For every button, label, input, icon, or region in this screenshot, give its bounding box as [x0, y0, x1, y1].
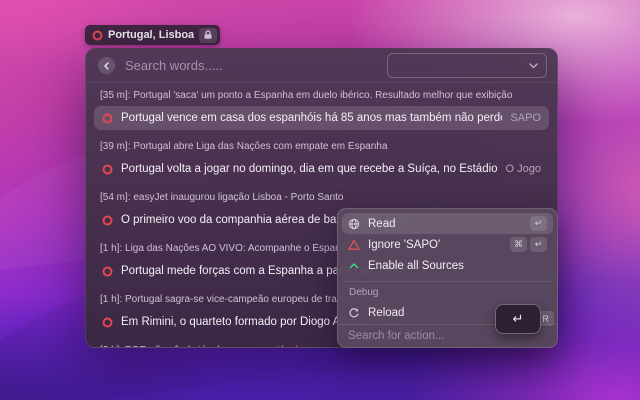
sources-dropdown[interactable]: [387, 53, 547, 78]
news-row[interactable]: Portugal vence em casa dos espanhóis há …: [94, 106, 549, 130]
command-keycap: ⌘: [510, 237, 527, 252]
back-button[interactable]: [98, 57, 115, 74]
debug-section-label: Debug: [349, 287, 553, 298]
section-header: [54 m]: easyJet inaugurou ligação Lisboa…: [100, 191, 549, 205]
warning-triangle-icon: [348, 239, 360, 251]
divider: [344, 281, 551, 282]
action-enable-all-sources[interactable]: Enable all Sources: [342, 255, 553, 276]
news-title: Portugal vence em casa dos espanhóis há …: [121, 112, 502, 124]
screen: Portugal, Lisboa [35 m]: Portugal 'saca'…: [0, 0, 640, 400]
news-ring-icon: [102, 317, 113, 328]
action-ignore-source[interactable]: Ignore 'SAPO' ⌘ ↵: [342, 234, 553, 255]
news-ring-icon: [102, 215, 113, 226]
location-tag[interactable]: Portugal, Lisboa: [85, 25, 220, 45]
news-ring-icon: [102, 113, 113, 124]
action-label: Ignore 'SAPO': [368, 239, 502, 251]
news-ring-icon: [102, 164, 113, 175]
pressed-return-keycap: ↵: [495, 304, 541, 334]
globe-icon: [348, 218, 360, 230]
return-keycap: ↵: [530, 237, 547, 252]
news-ring-icon: [102, 266, 113, 277]
search-input[interactable]: [125, 58, 387, 73]
caret-up-icon: [348, 260, 360, 272]
return-keycap: ↵: [530, 216, 547, 231]
section-header: [39 m]: Portugal abre Liga das Nações co…: [100, 140, 549, 154]
actions-panel: Read ↵ Ignore 'SAPO' ⌘ ↵ Enable all Sour…: [337, 208, 558, 348]
action-label: Read: [368, 218, 522, 230]
action-read[interactable]: Read ↵: [342, 213, 553, 234]
reload-icon: [348, 307, 360, 319]
chevron-down-icon: [529, 63, 538, 69]
section-header: [35 m]: Portugal 'saca' um ponto a Espan…: [100, 89, 549, 103]
news-row[interactable]: Portugal volta a jogar no domingo, dia e…: [94, 157, 549, 181]
news-source: SAPO: [510, 112, 541, 124]
news-title: Portugal volta a jogar no domingo, dia e…: [121, 163, 498, 175]
location-tag-label: Portugal, Lisboa: [108, 29, 194, 41]
lock-icon: [199, 28, 217, 43]
record-ring-icon: [92, 30, 103, 41]
news-source: O Jogo: [506, 163, 541, 175]
search-bar: [86, 49, 557, 83]
action-label: Enable all Sources: [368, 260, 547, 272]
